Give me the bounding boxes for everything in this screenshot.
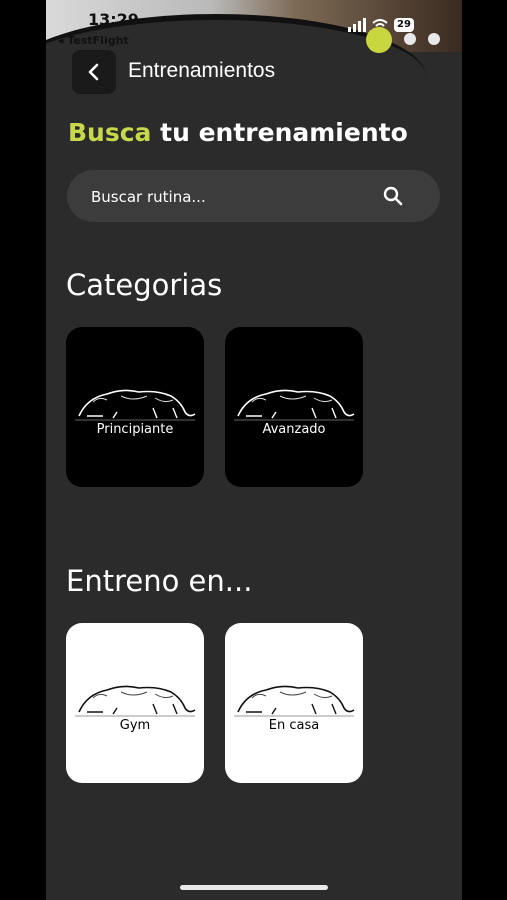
- category-card-principiante[interactable]: Principiante: [66, 327, 204, 487]
- card-label: Principiante: [96, 421, 174, 437]
- dot-indicator-active: [366, 27, 392, 53]
- battery-icon: 29: [394, 18, 414, 32]
- back-to-app-link[interactable]: ◂ TestFlight: [58, 34, 129, 47]
- headline: Busca tu entrenamiento: [68, 118, 408, 147]
- headline-accent: Busca: [68, 118, 152, 147]
- dot-indicator: [428, 33, 440, 45]
- signal-icon: [348, 18, 366, 32]
- categories-title: Categorias: [66, 268, 223, 302]
- panther-icon: [75, 685, 196, 716]
- search-input[interactable]: [89, 170, 373, 224]
- card-label: Avanzado: [262, 421, 326, 437]
- home-indicator[interactable]: [180, 885, 328, 890]
- chevron-left-icon: [88, 63, 99, 81]
- card-label: Gym: [119, 717, 151, 733]
- category-card-avanzado[interactable]: Avanzado: [225, 327, 363, 487]
- dot-indicator: [404, 33, 416, 45]
- search-bar[interactable]: [67, 170, 440, 224]
- panther-icon: [234, 685, 355, 716]
- page-title: Entrenamientos: [128, 59, 276, 82]
- back-button[interactable]: [72, 50, 116, 94]
- app-screen: 13:29 ◂ TestFlight 29 Entrenamientos Bus…: [46, 0, 462, 900]
- place-card-en-casa[interactable]: En casa: [225, 623, 363, 783]
- panther-icon: [75, 389, 196, 420]
- card-label: En casa: [268, 717, 320, 733]
- search-icon[interactable]: [382, 185, 404, 207]
- headline-rest: tu entrenamiento: [151, 118, 408, 147]
- place-card-gym[interactable]: Gym: [66, 623, 204, 783]
- status-time: 13:29: [88, 10, 139, 29]
- panther-icon: [234, 389, 355, 420]
- places-title: Entreno en...: [66, 564, 253, 598]
